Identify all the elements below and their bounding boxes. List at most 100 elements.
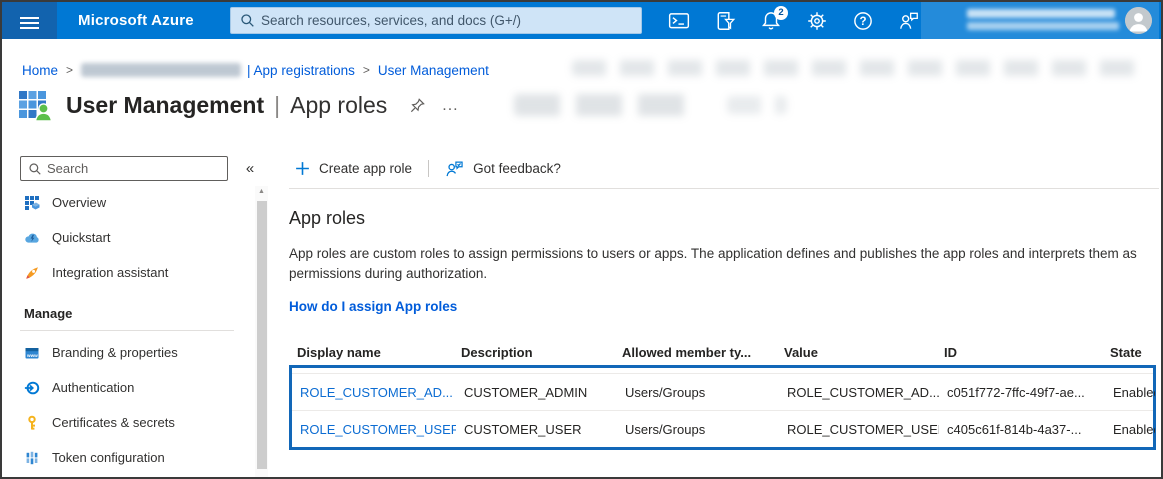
top-bar-icons: 2 ? xyxy=(666,2,922,39)
feedback-person-icon xyxy=(445,160,464,177)
rocket-icon xyxy=(24,265,40,281)
sidebar-item-label: Integration assistant xyxy=(52,265,168,280)
blurred-artifact xyxy=(727,96,787,114)
directory-filter-button[interactable] xyxy=(712,8,738,34)
notification-badge: 2 xyxy=(774,6,788,20)
sidebar-nav: Overview Quickstart xyxy=(2,185,252,475)
global-search-input[interactable] xyxy=(261,13,641,28)
column-header-allowed-member-types[interactable]: Allowed member ty... xyxy=(614,345,776,360)
cloud-shell-button[interactable] xyxy=(666,8,692,34)
breadcrumb: Home > | App registrations > User Manage… xyxy=(22,59,489,81)
directory-filter-icon xyxy=(714,10,736,32)
got-feedback-button[interactable]: Got feedback? xyxy=(439,156,567,181)
more-options-button[interactable]: ... xyxy=(442,101,458,111)
breadcrumb-separator: > xyxy=(363,63,370,77)
sidebar-item-label: Overview xyxy=(52,195,106,210)
breadcrumb-tenant-redacted xyxy=(81,63,241,77)
command-bar: Create app role Got feedback? xyxy=(289,149,1159,182)
hamburger-icon xyxy=(20,17,39,24)
feedback-icon xyxy=(898,10,920,32)
column-header-description[interactable]: Description xyxy=(453,345,614,360)
divider xyxy=(20,330,234,331)
app-role-description: CUSTOMER_ADMIN xyxy=(456,385,617,400)
azure-brand[interactable]: Microsoft Azure xyxy=(78,2,194,39)
how-do-i-assign-app-roles-link[interactable]: How do I assign App roles xyxy=(289,299,457,314)
app-role-state: Enabled xyxy=(1105,385,1155,400)
pin-button[interactable] xyxy=(409,97,426,114)
sidebar-item-authentication[interactable]: Authentication xyxy=(2,370,252,405)
breadcrumb-current[interactable]: User Management xyxy=(378,63,489,78)
quickstart-icon xyxy=(24,230,40,246)
feedback-button[interactable] xyxy=(896,8,922,34)
sidebar-scrollbar[interactable]: ▲ xyxy=(255,186,268,479)
sidebar-item-branding-properties[interactable]: www Branding & properties xyxy=(2,335,252,370)
search-icon xyxy=(240,13,255,28)
collapse-menu-button[interactable]: « xyxy=(240,156,260,181)
app-role-id: c405c61f-814b-4a37-... xyxy=(939,422,1105,437)
global-search[interactable] xyxy=(230,7,642,34)
title-separator: | xyxy=(274,92,280,119)
overview-icon xyxy=(24,195,40,211)
app-role-id: c051f772-7ffc-49f7-ae... xyxy=(939,385,1105,400)
token-configuration-icon xyxy=(24,450,40,466)
page-header: User Management | App roles ... xyxy=(18,89,459,122)
sidebar-item-label: Token configuration xyxy=(52,450,165,465)
sidebar-item-integration-assistant[interactable]: Integration assistant xyxy=(2,255,252,290)
column-header-display-name[interactable]: Display name xyxy=(289,345,453,360)
key-icon xyxy=(24,415,40,431)
sidebar-item-token-configuration[interactable]: Token configuration xyxy=(2,440,252,475)
notifications-button[interactable]: 2 xyxy=(758,8,784,34)
app-role-display-name-link[interactable]: ROLE_CUSTOMER_AD... xyxy=(292,385,456,400)
table-row[interactable]: ROLE_CUSTOMER_USER CUSTOMER_USER Users/G… xyxy=(292,410,1153,447)
section-heading: App roles xyxy=(289,208,1159,229)
svg-text:?: ? xyxy=(859,16,866,28)
sidebar-search-input[interactable] xyxy=(47,161,227,176)
table-header: Display name Description Allowed member … xyxy=(289,340,1159,365)
app-role-state: Enabled xyxy=(1105,422,1155,437)
sidebar-section-manage: Manage xyxy=(2,302,252,324)
sidebar-item-certificates-secrets[interactable]: Certificates & secrets xyxy=(2,405,252,440)
account-info-redacted[interactable] xyxy=(967,8,1119,33)
sidebar-item-quickstart[interactable]: Quickstart xyxy=(2,220,252,255)
column-header-value[interactable]: Value xyxy=(776,345,936,360)
settings-button[interactable] xyxy=(804,8,830,34)
create-app-role-label: Create app role xyxy=(319,161,412,176)
blurred-artifact xyxy=(572,60,1147,76)
section-description: App roles are custom roles to assign per… xyxy=(289,244,1161,284)
sidebar-search[interactable] xyxy=(20,156,228,181)
table-row[interactable]: ROLE_CUSTOMER_AD... CUSTOMER_ADMIN Users… xyxy=(292,373,1153,410)
app-role-allowed-member-types: Users/Groups xyxy=(617,385,779,400)
column-header-state[interactable]: State xyxy=(1102,345,1152,360)
browser-icon: www xyxy=(24,345,40,361)
breadcrumb-separator: > xyxy=(66,63,73,77)
authentication-icon xyxy=(24,380,40,396)
main-content: Create app role Got feedback? App roles … xyxy=(289,149,1159,450)
azure-portal-window: Microsoft Azure xyxy=(0,0,1163,479)
breadcrumb-home[interactable]: Home xyxy=(22,63,58,78)
create-app-role-button[interactable]: Create app role xyxy=(289,157,418,180)
app-role-display-name-link[interactable]: ROLE_CUSTOMER_USER xyxy=(292,422,456,437)
app-role-description: CUSTOMER_USER xyxy=(456,422,617,437)
sidebar-item-label: Quickstart xyxy=(52,230,111,245)
scrollbar-thumb[interactable] xyxy=(257,201,267,469)
help-icon: ? xyxy=(852,10,874,32)
blurred-artifact xyxy=(514,94,699,116)
page-title: User Management xyxy=(66,92,264,119)
app-role-allowed-member-types: Users/Groups xyxy=(617,422,779,437)
search-icon xyxy=(28,162,42,176)
portal-menu-button[interactable] xyxy=(2,2,57,39)
avatar[interactable] xyxy=(1125,7,1152,34)
divider xyxy=(428,160,429,177)
column-header-id[interactable]: ID xyxy=(936,345,1102,360)
app-role-value: ROLE_CUSTOMER_AD... xyxy=(779,385,939,400)
page-subtitle: App roles xyxy=(290,92,387,119)
plus-icon xyxy=(295,161,310,176)
sidebar-item-label: Branding & properties xyxy=(52,345,178,360)
breadcrumb-app-registrations[interactable]: | App registrations xyxy=(247,63,355,78)
help-button[interactable]: ? xyxy=(850,8,876,34)
app-registration-icon xyxy=(18,89,54,122)
top-bar: Microsoft Azure xyxy=(2,2,1161,39)
scrollbar-up-arrow[interactable]: ▲ xyxy=(255,188,268,195)
app-role-value: ROLE_CUSTOMER_USER xyxy=(779,422,939,437)
sidebar-item-overview[interactable]: Overview xyxy=(2,185,252,220)
